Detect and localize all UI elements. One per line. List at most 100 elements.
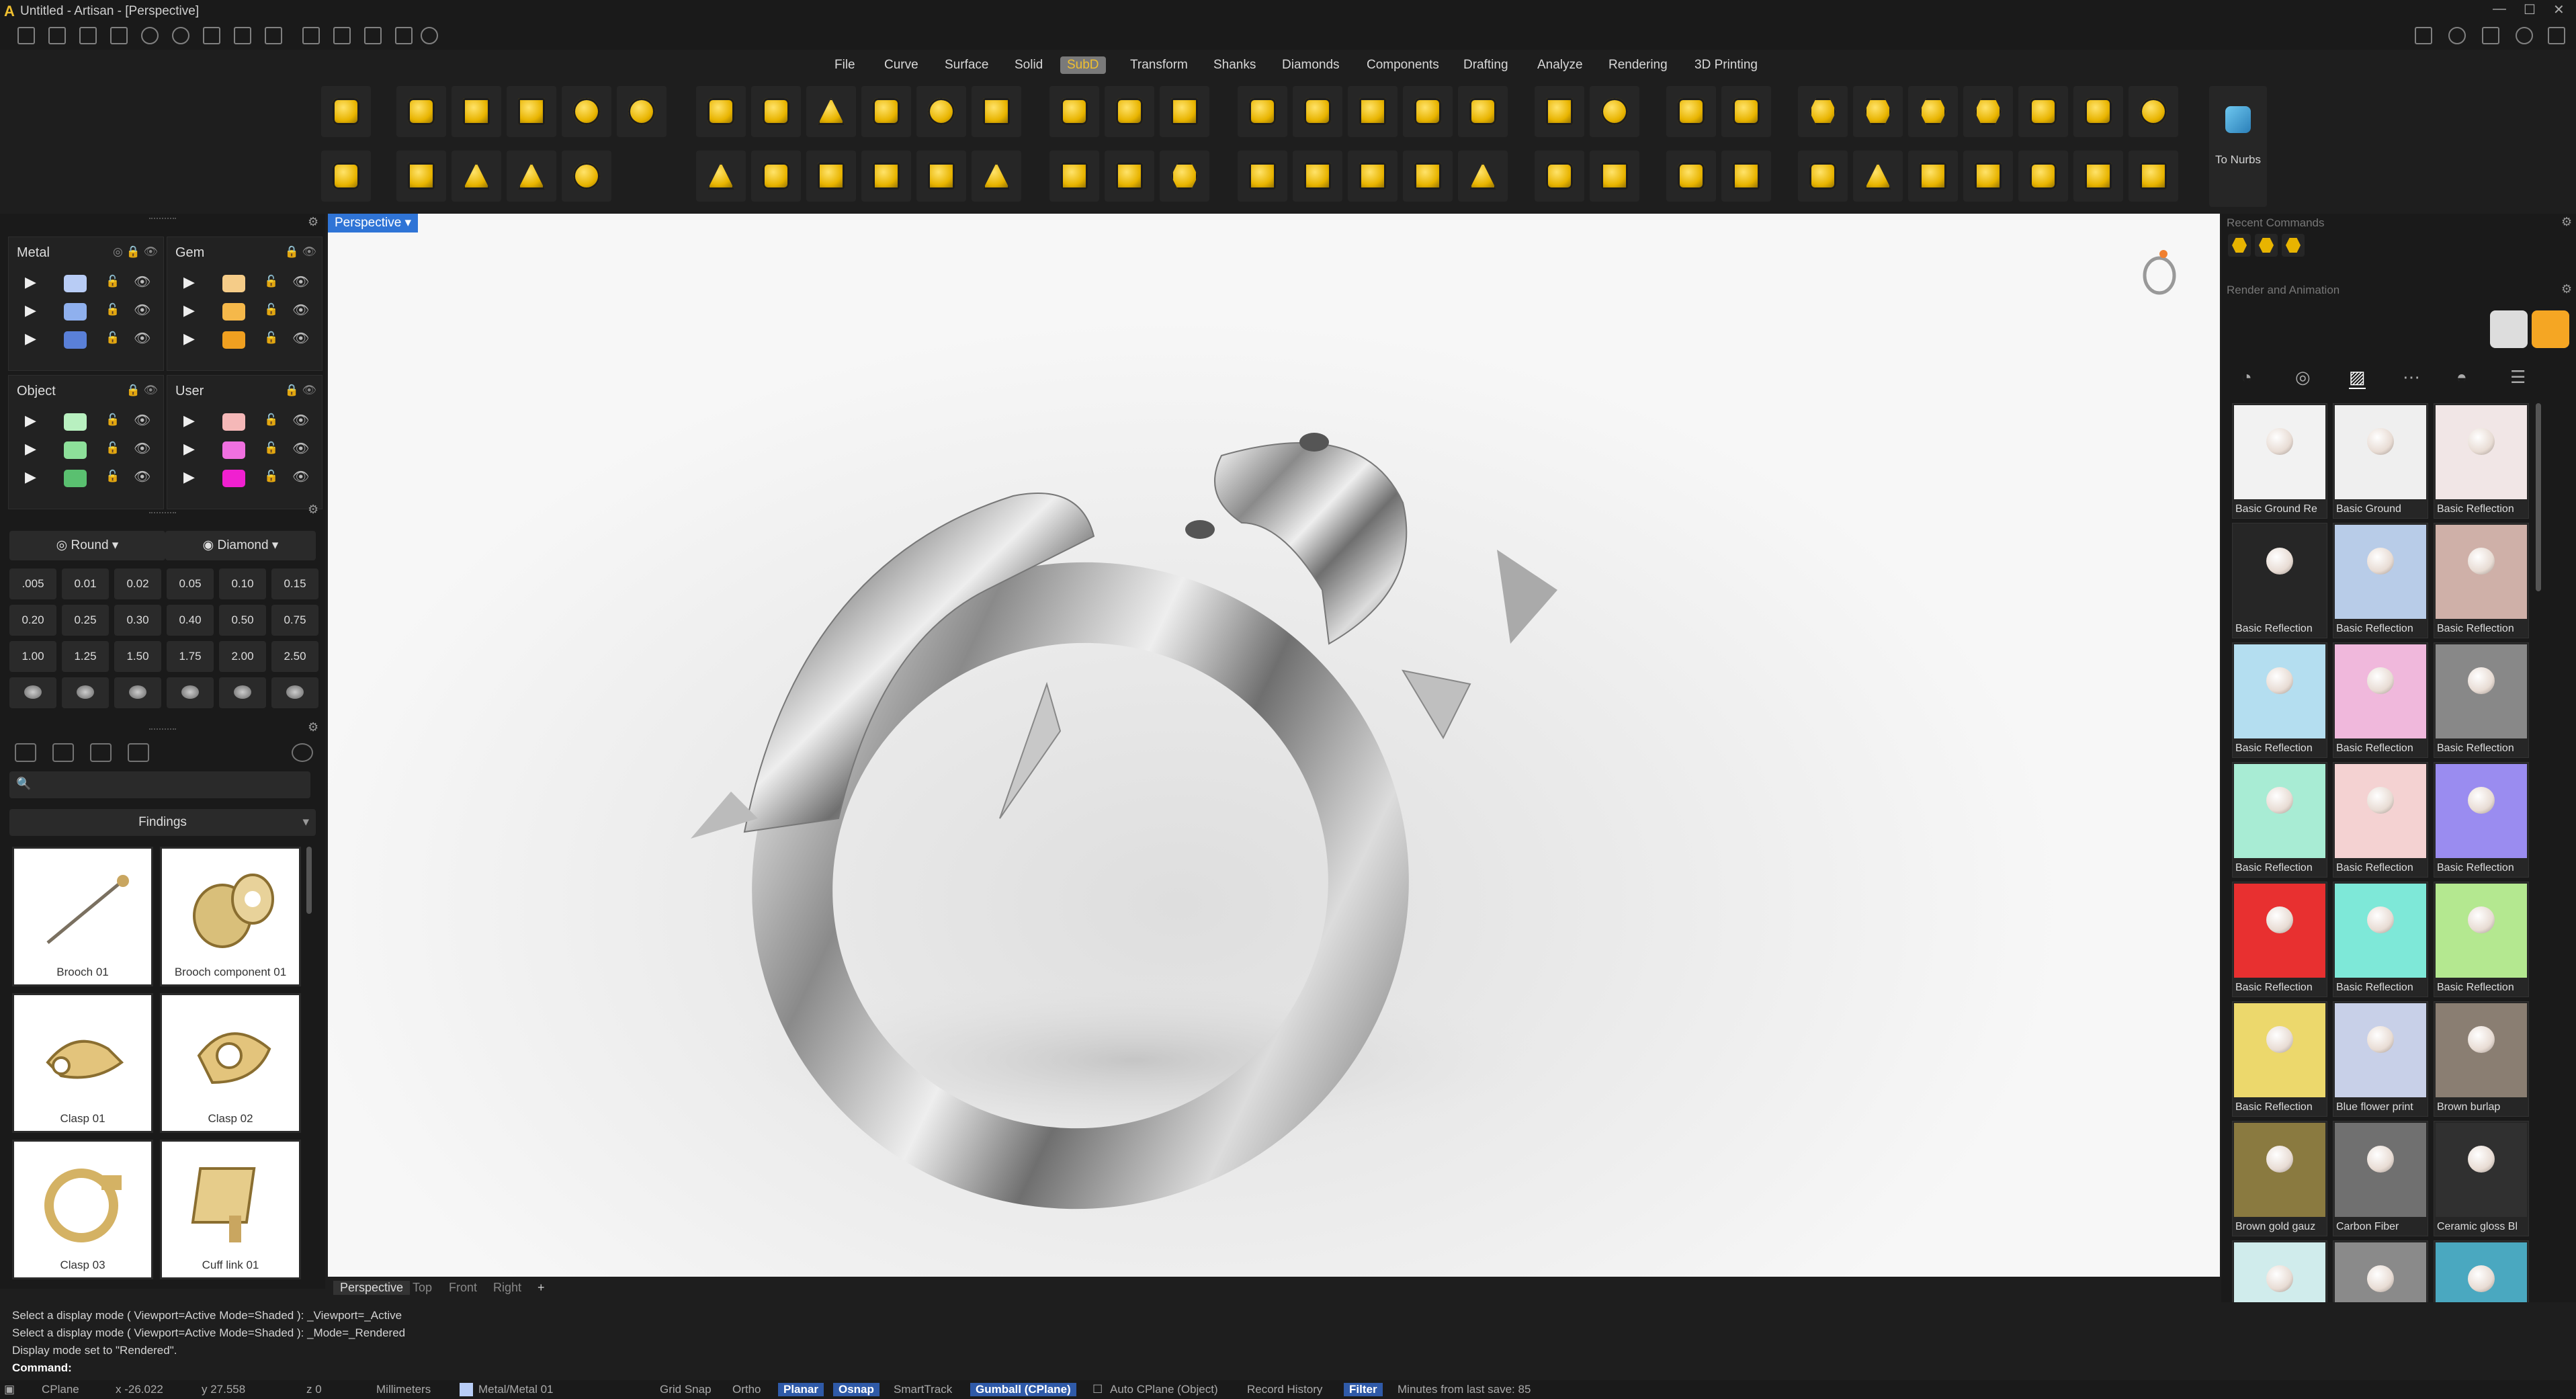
environment-icon[interactable]: ◔ (2241, 367, 2252, 388)
subd-truncated-cone-icon[interactable] (507, 151, 556, 202)
subd-sweep1-icon[interactable] (751, 86, 801, 137)
tab-right[interactable]: Right (493, 1281, 521, 1295)
search-input[interactable] (35, 775, 304, 794)
subd-crease-icon[interactable] (1238, 86, 1287, 137)
layer-row[interactable]: ▶ 🔓 👁 (173, 408, 318, 435)
carat-size-button[interactable]: 1.50 (114, 641, 161, 672)
subd-convert-icon[interactable] (321, 86, 371, 137)
subd-thicken-icon[interactable] (916, 151, 966, 202)
subd-poly-icon[interactable] (1160, 151, 1209, 202)
menu-surface[interactable]: Surface (938, 56, 995, 74)
layer-row[interactable]: ▶ 🔓 👁 (14, 408, 159, 435)
undo-icon[interactable] (141, 27, 159, 44)
status-record-history[interactable]: Record History (1247, 1383, 1322, 1396)
eye-icon[interactable]: 👁 (134, 330, 151, 347)
material-swatch[interactable]: Brown gold gauz (2232, 1121, 2327, 1236)
subd-star-icon[interactable] (972, 151, 1021, 202)
status-filter[interactable]: Filter (1344, 1383, 1383, 1396)
material-icon[interactable]: ◎ (2295, 367, 2311, 388)
layer-group-controls-icon[interactable]: 🔒 👁 (285, 245, 316, 259)
viewport-perspective[interactable]: Perspective ▾ (328, 214, 2220, 1277)
lock-icon[interactable]: 🔓 (105, 303, 120, 316)
carat-size-button[interactable]: 2.50 (271, 641, 318, 672)
subd-symmetry-icon[interactable] (1535, 151, 1584, 202)
material-swatch[interactable]: Basic Reflection (2232, 1001, 2327, 1117)
layer-color-swatch[interactable] (222, 275, 245, 292)
layer-color-swatch[interactable] (64, 303, 87, 321)
status-gumball[interactable]: Gumball (CPlane) (970, 1383, 1076, 1396)
carat-size-button[interactable]: 0.30 (114, 605, 161, 636)
layer-color-swatch[interactable] (64, 331, 87, 349)
subd-cone-icon[interactable] (452, 151, 501, 202)
gear-icon[interactable]: ⚙ (2561, 282, 2572, 296)
play-icon[interactable]: ▶ (183, 440, 195, 458)
subd-cube-icon[interactable] (1348, 151, 1398, 202)
recent-command-icon[interactable] (2228, 234, 2251, 257)
recent-command-icon[interactable] (2255, 234, 2278, 257)
render-button[interactable] (2532, 310, 2569, 348)
carat-size-button[interactable]: 1.00 (9, 641, 56, 672)
tab-perspective[interactable]: Perspective (333, 1281, 411, 1295)
material-swatch[interactable]: Basic Reflection (2434, 762, 2529, 878)
material-swatch[interactable]: Basic Reflection (2333, 642, 2428, 758)
material-swatch[interactable]: Basic Reflection (2232, 642, 2327, 758)
gem-shape-cushion-icon[interactable] (114, 677, 161, 708)
library-category-dropdown[interactable]: Findings ▾ (9, 809, 316, 836)
minimize-icon[interactable]: — (2493, 1, 2506, 17)
library-item[interactable]: Brooch 01 (12, 847, 153, 986)
material-swatch[interactable]: Basic Reflection (2333, 523, 2428, 638)
eye-icon[interactable]: 👁 (292, 412, 309, 429)
subd-remove-crease-icon[interactable] (1293, 86, 1342, 137)
subd-hex-outline-icon[interactable] (1908, 86, 1958, 137)
tag-icon[interactable] (333, 27, 351, 44)
subd-cylinder-icon[interactable] (396, 151, 446, 202)
panel-grip[interactable] (149, 512, 176, 515)
material-swatch[interactable]: Ceramic gloss Bl (2434, 1121, 2529, 1236)
carat-size-button[interactable]: 2.00 (219, 641, 266, 672)
play-icon[interactable]: ▶ (25, 330, 36, 347)
subd-weld-icon[interactable] (1403, 151, 1453, 202)
subd-append-icon[interactable] (1160, 86, 1209, 137)
subd-cylindrical-icon[interactable] (1590, 151, 1639, 202)
status-ortho[interactable]: Ortho (732, 1383, 761, 1396)
gem-shape-pear-icon[interactable] (167, 677, 214, 708)
material-swatch[interactable]: Basic Reflection (2232, 523, 2327, 638)
subd-smooth-icon[interactable] (1458, 86, 1508, 137)
library-item[interactable]: Brooch component 01 (160, 847, 301, 986)
layer-group-controls-icon[interactable]: 🔒 👁 (285, 384, 316, 397)
subd-flow-icon[interactable] (1666, 86, 1716, 137)
subd-edit-icon[interactable] (321, 151, 371, 202)
eye-icon[interactable]: 👁 (292, 440, 309, 457)
eye-icon[interactable]: 👁 (292, 330, 309, 347)
display-icon[interactable] (2482, 27, 2499, 44)
library-item[interactable]: Clasp 02 (160, 993, 301, 1133)
status-smarttrack[interactable]: SmartTrack (894, 1383, 952, 1396)
render-preview-button[interactable] (2490, 310, 2528, 348)
subd-sphere-icon[interactable] (562, 86, 611, 137)
subd-split-icon[interactable] (2129, 151, 2178, 202)
subd-reflect-icon[interactable] (1535, 86, 1584, 137)
subd-knife-icon[interactable] (1798, 151, 1848, 202)
material-swatch[interactable]: Basic Reflection (2333, 762, 2428, 878)
lock-icon[interactable]: 🔓 (264, 275, 278, 288)
status-units[interactable]: Millimeters (376, 1383, 431, 1396)
gumball-ring-icon[interactable] (2139, 242, 2180, 296)
menu-drafting[interactable]: Drafting (1457, 56, 1515, 74)
material-swatch[interactable]: Basic Reflection (2434, 882, 2529, 997)
cplane-icon[interactable]: ▣ (4, 1383, 15, 1396)
layer-color-swatch[interactable] (222, 331, 245, 349)
menu-3d-printing[interactable]: 3D Printing (1688, 56, 1764, 74)
lock-icon[interactable]: 🔓 (264, 470, 278, 483)
eye-icon[interactable]: 👁 (134, 440, 151, 457)
layer-row[interactable]: ▶ 🔓 👁 (173, 436, 318, 463)
subd-ring-icon[interactable] (1590, 86, 1639, 137)
material-swatch[interactable]: Basic Reflection (2232, 882, 2327, 997)
subd-globe-icon[interactable] (2129, 86, 2178, 137)
subd-hex-filled-icon[interactable] (1963, 86, 2013, 137)
subd-patch-icon[interactable] (751, 151, 801, 202)
subd-brush-icon[interactable] (2018, 151, 2068, 202)
open-recent-icon[interactable] (110, 27, 128, 44)
carat-size-button[interactable]: 0.01 (62, 568, 109, 599)
subd-extrude-icon[interactable] (806, 151, 856, 202)
subd-hex-icon[interactable] (1798, 86, 1848, 137)
